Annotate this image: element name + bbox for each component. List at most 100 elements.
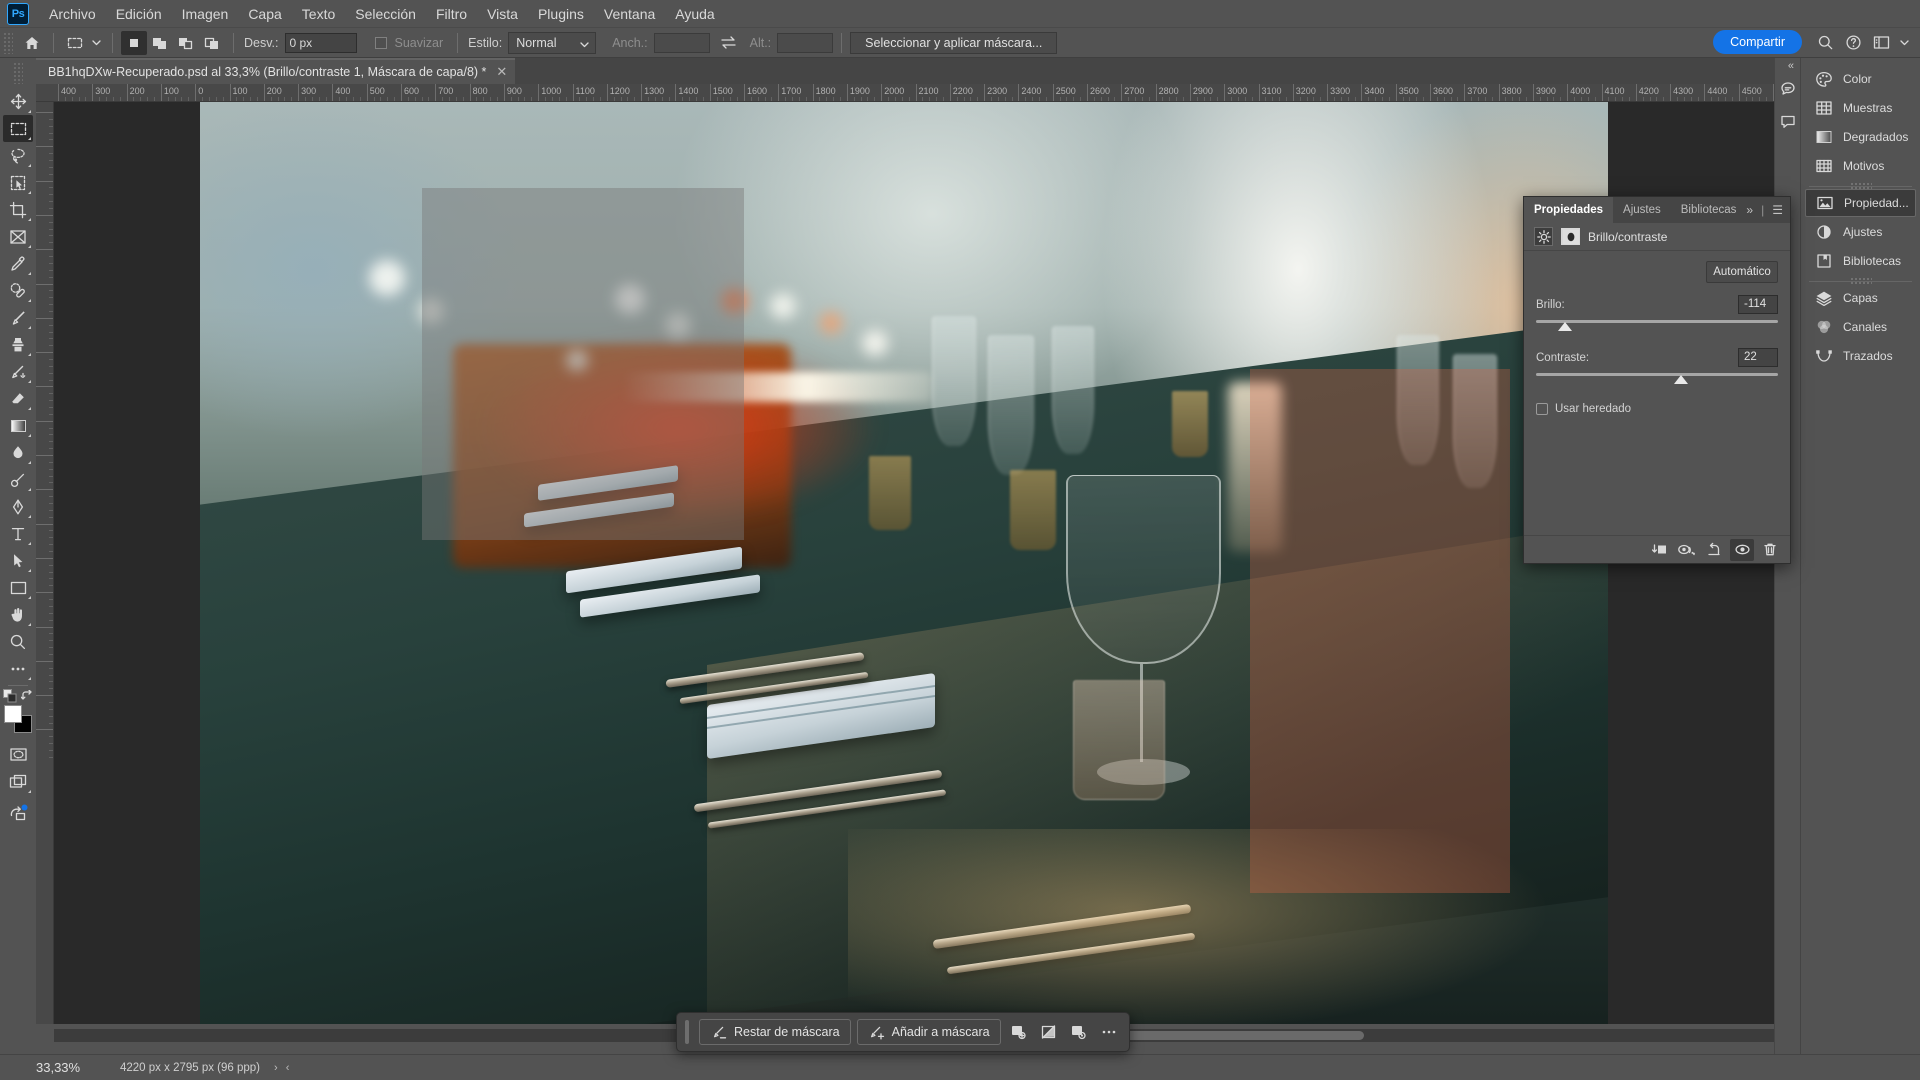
mask-settings-icon[interactable]: [1067, 1019, 1091, 1045]
double-chevron-icon[interactable]: »: [1746, 203, 1753, 217]
reset-icon[interactable]: [1702, 539, 1726, 561]
dock-item-motivos[interactable]: Motivos: [1805, 152, 1916, 180]
select-and-mask-button[interactable]: Seleccionar y aplicar máscara...: [850, 31, 1058, 54]
swap-colors-icon[interactable]: [21, 690, 33, 702]
tab-bibliotecas[interactable]: Bibliotecas: [1671, 197, 1747, 223]
chevron-right-icon[interactable]: ›: [274, 1062, 278, 1074]
mask-floating-toolbar[interactable]: Restar de máscara Añadir a máscara: [676, 1012, 1130, 1052]
menu-archivo[interactable]: Archivo: [39, 2, 106, 26]
dock-item-bibliotecas[interactable]: Bibliotecas: [1805, 247, 1916, 275]
dock-item-color[interactable]: Color: [1805, 65, 1916, 93]
close-icon[interactable]: ✕: [496, 64, 507, 80]
search-icon[interactable]: [1812, 30, 1838, 54]
brightness-slider-handle[interactable]: [1558, 322, 1573, 331]
menu-ayuda[interactable]: Ayuda: [665, 2, 724, 26]
tab-propiedades[interactable]: Propiedades: [1524, 197, 1614, 223]
comment-panel-icon[interactable]: [1778, 80, 1798, 100]
brightness-value-input[interactable]: -114: [1738, 295, 1778, 314]
dock-item-ajustes[interactable]: Ajustes: [1805, 218, 1916, 246]
frame-tool[interactable]: [3, 223, 33, 250]
contrast-slider-handle[interactable]: [1674, 375, 1689, 384]
mask-toolbar-grip[interactable]: [685, 1020, 689, 1044]
more-options-icon[interactable]: [1097, 1019, 1121, 1045]
properties-panel[interactable]: Propiedades Ajustes Bibliotecas » | ☰ Br…: [1523, 196, 1791, 564]
subtract-from-selection-button[interactable]: [173, 31, 199, 55]
dock-item-propiedades[interactable]: Propiedad...: [1805, 189, 1916, 217]
menu-imagen[interactable]: Imagen: [172, 2, 239, 26]
document-tab[interactable]: BB1hqDXw-Recuperado.psd al 33,3% (Brillo…: [36, 58, 516, 84]
swap-dimensions-icon[interactable]: [716, 31, 742, 55]
tool-preset-chevron-down-icon[interactable]: [88, 31, 104, 55]
delete-layer-icon[interactable]: [1758, 539, 1782, 561]
brightness-slider[interactable]: [1536, 318, 1778, 334]
rectangular-marquee-tool[interactable]: [3, 115, 33, 142]
antialias-checkbox[interactable]: [374, 36, 387, 49]
width-input[interactable]: [653, 32, 710, 53]
tool-preset-marquee-icon[interactable]: [62, 31, 88, 55]
rectangle-tool[interactable]: [3, 574, 33, 601]
hand-tool[interactable]: [3, 601, 33, 628]
help-icon[interactable]: [1840, 30, 1866, 54]
pen-tool[interactable]: [3, 493, 33, 520]
menu-edicion[interactable]: Edición: [106, 2, 172, 26]
menu-ventana[interactable]: Ventana: [594, 2, 665, 26]
toolbar-grip[interactable]: [13, 62, 23, 84]
auto-button[interactable]: Automático: [1706, 261, 1778, 283]
contrast-value-input[interactable]: 22: [1738, 348, 1778, 367]
type-tool[interactable]: [3, 520, 33, 547]
spot-healing-brush-tool[interactable]: [3, 277, 33, 304]
screen-mode-icon[interactable]: [3, 768, 33, 795]
share-image-icon[interactable]: [3, 799, 33, 826]
share-button[interactable]: Compartir: [1713, 30, 1802, 54]
options-bar-grip[interactable]: [3, 31, 13, 54]
brightness-contrast-icon[interactable]: [1534, 227, 1553, 246]
home-icon[interactable]: [19, 31, 45, 55]
menu-plugins[interactable]: Plugins: [528, 2, 594, 26]
style-select[interactable]: Normal: [508, 31, 597, 54]
crop-tool[interactable]: [3, 196, 33, 223]
subtract-from-mask-button[interactable]: Restar de máscara: [699, 1019, 851, 1045]
menu-texto[interactable]: Texto: [292, 2, 345, 26]
toggle-visibility-icon[interactable]: [1730, 538, 1754, 561]
path-selection-tool[interactable]: [3, 547, 33, 574]
tab-ajustes[interactable]: Ajustes: [1613, 197, 1671, 223]
clone-stamp-tool[interactable]: [3, 331, 33, 358]
eraser-tool[interactable]: [3, 385, 33, 412]
edit-toolbar-ellipsis-icon[interactable]: [3, 655, 33, 682]
object-selection-tool[interactable]: [3, 169, 33, 196]
dock-item-capas[interactable]: Capas: [1805, 284, 1916, 312]
workspace-switcher-icon[interactable]: [1868, 30, 1894, 54]
gradient-tool[interactable]: [3, 412, 33, 439]
dock-item-trazados[interactable]: Trazados: [1805, 342, 1916, 370]
workspace-chevron-down-icon[interactable]: [1896, 30, 1912, 54]
height-input[interactable]: [777, 32, 834, 53]
blur-tool[interactable]: [3, 439, 33, 466]
history-brush-tool[interactable]: [3, 358, 33, 385]
collapse-dock-icon[interactable]: «: [1788, 60, 1794, 72]
marquee-selection-warm[interactable]: [1250, 369, 1510, 893]
add-to-mask-button[interactable]: Añadir a máscara: [856, 1019, 1001, 1045]
menu-vista[interactable]: Vista: [477, 2, 528, 26]
intersect-selection-button[interactable]: [199, 31, 225, 55]
dock-item-degradados[interactable]: Degradados: [1805, 123, 1916, 151]
dodge-tool[interactable]: [3, 466, 33, 493]
contrast-slider[interactable]: [1536, 371, 1778, 387]
dock-item-canales[interactable]: Canales: [1805, 313, 1916, 341]
disable-mask-icon[interactable]: [1037, 1019, 1061, 1045]
chevron-left-icon[interactable]: ‹: [286, 1062, 290, 1074]
layer-mask-icon[interactable]: [1561, 228, 1580, 245]
feather-input[interactable]: 0 px: [284, 32, 357, 53]
menu-filtro[interactable]: Filtro: [426, 2, 477, 26]
menu-capa[interactable]: Capa: [238, 2, 291, 26]
move-tool[interactable]: [3, 88, 33, 115]
view-previous-state-icon[interactable]: [1674, 539, 1698, 561]
foreground-color-swatch[interactable]: [4, 705, 22, 723]
zoom-level[interactable]: 33,33%: [36, 1060, 120, 1075]
zoom-tool[interactable]: [3, 628, 33, 655]
legacy-checkbox-row[interactable]: Usar heredado: [1536, 403, 1778, 415]
refine-mask-icon[interactable]: [1007, 1019, 1031, 1045]
panel-menu-icon[interactable]: ☰: [1772, 203, 1783, 217]
marquee-selection-cool[interactable]: [422, 188, 744, 540]
clip-to-layer-icon[interactable]: [1646, 539, 1670, 561]
color-swatches[interactable]: [3, 705, 33, 735]
